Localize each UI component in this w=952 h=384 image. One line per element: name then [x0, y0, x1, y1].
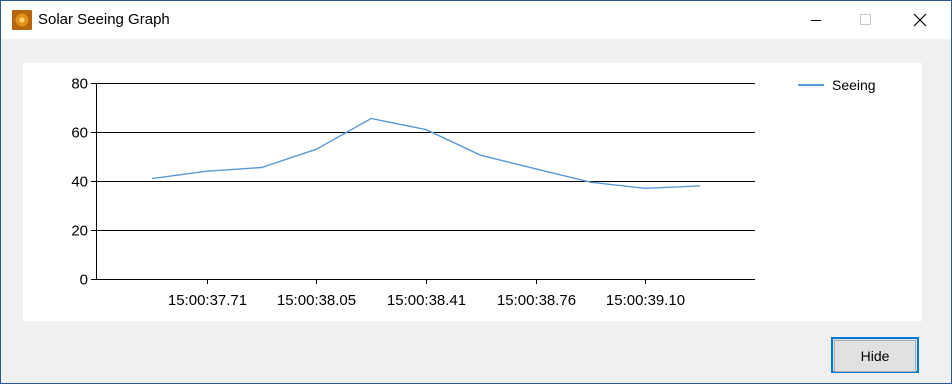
close-icon	[913, 13, 927, 27]
y-tick-label: 40	[71, 174, 88, 191]
legend-swatch	[798, 84, 824, 86]
close-button[interactable]	[897, 1, 943, 39]
solar-seeing-graph-window: Solar Seeing Graph 0 20 40 60 80 15:00:37.71 1…	[0, 0, 952, 384]
chart-panel: 0 20 40 60 80 15:00:37.71 15:00:38.05 15:00:38.…	[23, 63, 922, 321]
window-title: Solar Seeing Graph	[38, 11, 170, 28]
minimize-button[interactable]	[793, 1, 839, 39]
chart-legend: Seeing	[798, 77, 876, 93]
x-tick-label: 15:00:37.71	[168, 292, 247, 309]
y-tick-label: 80	[71, 76, 88, 93]
y-tick-label: 20	[71, 223, 88, 240]
minimize-icon	[811, 20, 821, 21]
maximize-icon	[860, 14, 871, 25]
x-tick-label: 15:00:38.05	[277, 292, 356, 309]
y-tick-label: 0	[80, 272, 88, 289]
seeing-line-chart: 0 20 40 60 80 15:00:37.71 15:00:38.05 15:00:38.…	[71, 76, 755, 309]
y-tick-label: 60	[71, 125, 88, 142]
x-tick-label: 15:00:38.41	[387, 292, 466, 309]
maximize-button	[843, 1, 889, 39]
legend-label: Seeing	[832, 77, 876, 93]
sun-icon	[12, 10, 32, 30]
title-bar[interactable]: Solar Seeing Graph	[1, 1, 951, 39]
hide-button[interactable]: Hide	[831, 337, 919, 373]
x-tick-label: 15:00:39.10	[606, 292, 685, 309]
x-tick-label: 15:00:38.76	[497, 292, 576, 309]
hide-button-label: Hide	[834, 340, 916, 372]
